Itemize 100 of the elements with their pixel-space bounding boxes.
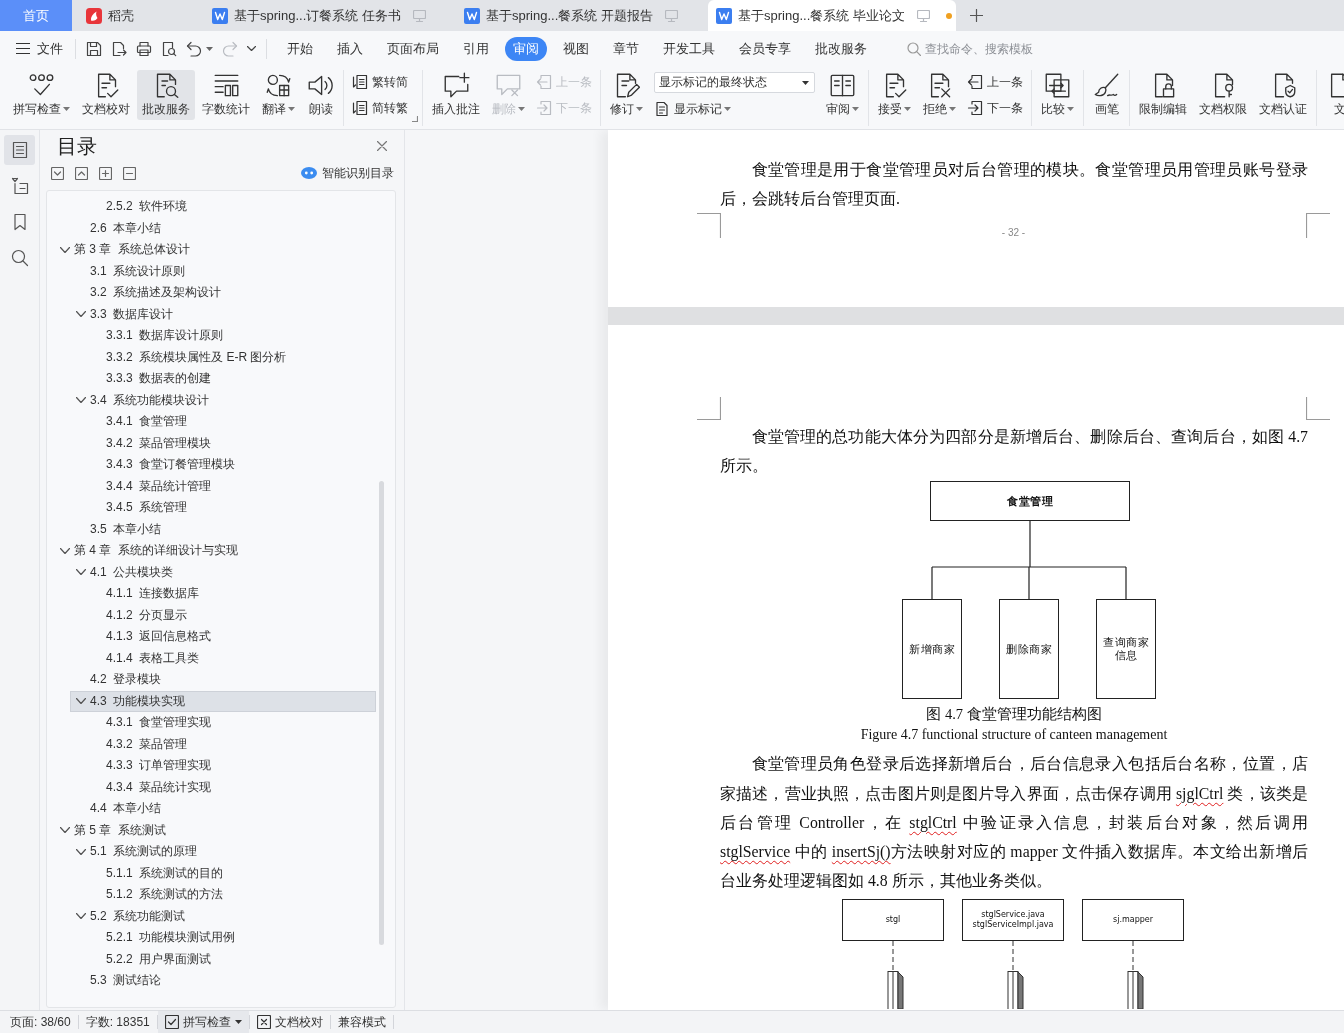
file-menu-button[interactable]: 文件 [14,36,65,61]
toc-item[interactable]: 5.1.2 系统测试的方法 [86,884,376,906]
toc-item[interactable]: 第 3 章 系统总体设计 [54,239,376,261]
smart-toc-button[interactable]: 智能识别目录 [301,164,394,182]
document-tab[interactable]: 基于spring...订餐系统 任务书 [204,0,452,31]
toc-item[interactable]: 3.3.1 数据库设计原则 [86,325,376,347]
toc-item[interactable]: 4.2 登录模块 [70,669,376,691]
chevron-down-icon[interactable] [76,698,86,704]
ribbon-button[interactable]: 画笔 [1088,70,1125,120]
chevron-down-icon[interactable] [76,569,86,575]
toc-item[interactable]: 3.4.1 食堂管理 [86,411,376,433]
toc-item[interactable]: 4.3.3 订单管理实现 [86,755,376,777]
toc-item[interactable]: 4.1.2 分页显示 [86,604,376,626]
toc-item[interactable]: 4.4 本章小结 [70,798,376,820]
toc-item[interactable]: 5.1 系统测试的原理 [70,841,376,863]
markup-mode-dropdown[interactable]: 显示标记的最终状态 [654,72,815,93]
toc-item[interactable]: 3.4.3 食堂订餐管理模块 [86,454,376,476]
chevron-down-icon[interactable] [76,913,86,919]
square-minus-icon[interactable] [123,166,136,180]
toc-item[interactable]: 4.1 公共模块类 [70,561,376,583]
ribbon-button[interactable]: 显示标记 [654,99,815,119]
toc-item[interactable]: 3.4.4 菜品统计管理 [86,475,376,497]
menu-tab[interactable]: 章节 [605,36,647,61]
toc-item[interactable]: 3.3.3 数据表的创建 [86,368,376,390]
square-chevron-up-icon[interactable] [75,166,88,180]
search-field[interactable]: 查找命令、搜索模板 [925,41,1047,56]
toc-item[interactable]: 4.3 功能模块实现 [70,690,376,712]
menu-tab[interactable]: 开发工具 [655,36,723,61]
chevron-down-icon[interactable] [60,827,70,833]
scrollbar-thumb[interactable] [379,481,384,945]
toc-item[interactable]: 3.3.2 系统模块属性及 E-R 图分析 [86,346,376,368]
menu-tab[interactable]: 插入 [329,36,371,61]
toc-item[interactable]: 2.5.2 软件环境 [86,196,376,218]
undo-icon[interactable] [186,40,202,57]
menu-tab[interactable]: 页面布局 [379,36,447,61]
menu-tab[interactable]: 引用 [455,36,497,61]
ribbon-button[interactable]: 比较 [1036,70,1079,120]
sidebar-tab[interactable] [4,135,35,165]
toc-item[interactable]: 5.1.1 系统测试的目的 [86,862,376,884]
toc-item[interactable]: 4.3.1 食堂管理实现 [86,712,376,734]
ribbon-button[interactable]: 翻译 [257,70,300,120]
toc-item[interactable]: 3.5 本章小结 [70,518,376,540]
spell-check-button[interactable]: 拼写检查 [157,1011,249,1033]
toc-item[interactable]: 3.1 系统设计原则 [70,260,376,282]
toc-item[interactable]: 4.3.4 菜品统计实现 [86,776,376,798]
menu-tab[interactable]: 批改服务 [807,36,875,61]
chevron-down-icon[interactable] [247,46,256,51]
toc-item[interactable]: 3.4.2 菜品管理模块 [86,432,376,454]
menu-tab[interactable]: 视图 [555,36,597,61]
document-tab[interactable]: 基于spring...餐系统 开题报告 [456,0,704,31]
menu-tab[interactable]: 审阅 [505,36,547,61]
menu-tab[interactable]: 会员专享 [731,36,799,61]
toc-item[interactable]: 5.2.2 用户界面测试 [86,948,376,970]
chevron-down-icon[interactable] [60,246,70,253]
ribbon-button[interactable]: 简转繁 [352,98,408,118]
toc-item[interactable]: 第 5 章 系统测试 [54,819,376,841]
chevron-down-icon[interactable] [76,848,86,855]
toc-item[interactable]: 3.4.5 系统管理 [86,497,376,519]
ribbon-button[interactable]: 朗读 [302,70,339,120]
ribbon-button[interactable]: 拒绝 [918,70,961,120]
square-chevron-down-icon[interactable] [51,166,64,180]
toc-item[interactable]: 4.3.2 菜品管理 [86,733,376,755]
toc-item[interactable]: 5.2 系统功能测试 [70,905,376,927]
print-preview-icon[interactable] [161,40,177,57]
chevron-down-icon[interactable] [60,547,70,554]
menu-tab[interactable]: 开始 [279,36,321,61]
toc-item[interactable]: 3.3 数据库设计 [70,303,376,325]
ribbon-button[interactable]: 文档校对 [77,70,135,120]
chevron-down-icon[interactable] [76,397,86,403]
document-tab[interactable]: 基于spring...餐系统 毕业论文 [708,0,956,31]
toc-item[interactable]: 2.6 本章小结 [70,217,376,239]
ribbon-button[interactable]: 插入批注 [427,70,485,120]
square-plus-icon[interactable] [99,166,112,180]
ribbon-button[interactable]: 拼写检查 [8,70,75,120]
ribbon-button[interactable]: 上一条 [967,72,1023,92]
toc-item[interactable]: 3.4 系统功能模块设计 [70,389,376,411]
toc-item[interactable]: 5.2.1 功能模块测试用例 [86,927,376,949]
close-icon[interactable] [377,141,387,151]
app-tab[interactable]: 稻壳 [72,0,200,31]
print-icon[interactable] [136,40,152,57]
save-icon[interactable] [86,40,102,57]
proofread-button[interactable]: 文档校对 [249,1011,330,1033]
ribbon-button[interactable]: 限制编辑 [1134,70,1192,120]
plus-icon[interactable] [970,9,983,22]
toc-item[interactable]: 第 4 章 系统的详细设计与实现 [54,540,376,562]
ribbon-button[interactable]: 文档认证 [1254,70,1312,120]
ribbon-button[interactable]: 文档权限 [1194,70,1252,120]
ribbon-button[interactable]: 接受 [873,70,916,120]
toc-item[interactable]: 4.1.4 表格工具类 [86,647,376,669]
toc-item[interactable]: 3.2 系统描述及架构设计 [70,282,376,304]
ribbon-button[interactable]: 审阅 [821,70,864,120]
ribbon-button[interactable]: 字数统计 [197,70,255,120]
ribbon-button[interactable]: 文 [1321,70,1344,120]
toc-item[interactable]: 4.1.1 连接数据库 [86,583,376,605]
ribbon-button[interactable]: 下一条 [967,98,1023,118]
ribbon-button[interactable]: 修订 [605,70,648,120]
toc-item[interactable]: 5.3 测试结论 [70,970,376,992]
document-export-icon[interactable] [111,40,127,57]
toc-item[interactable]: 4.1.3 返回信息格式 [86,626,376,648]
ribbon-button[interactable]: 繁转简 [352,72,408,92]
